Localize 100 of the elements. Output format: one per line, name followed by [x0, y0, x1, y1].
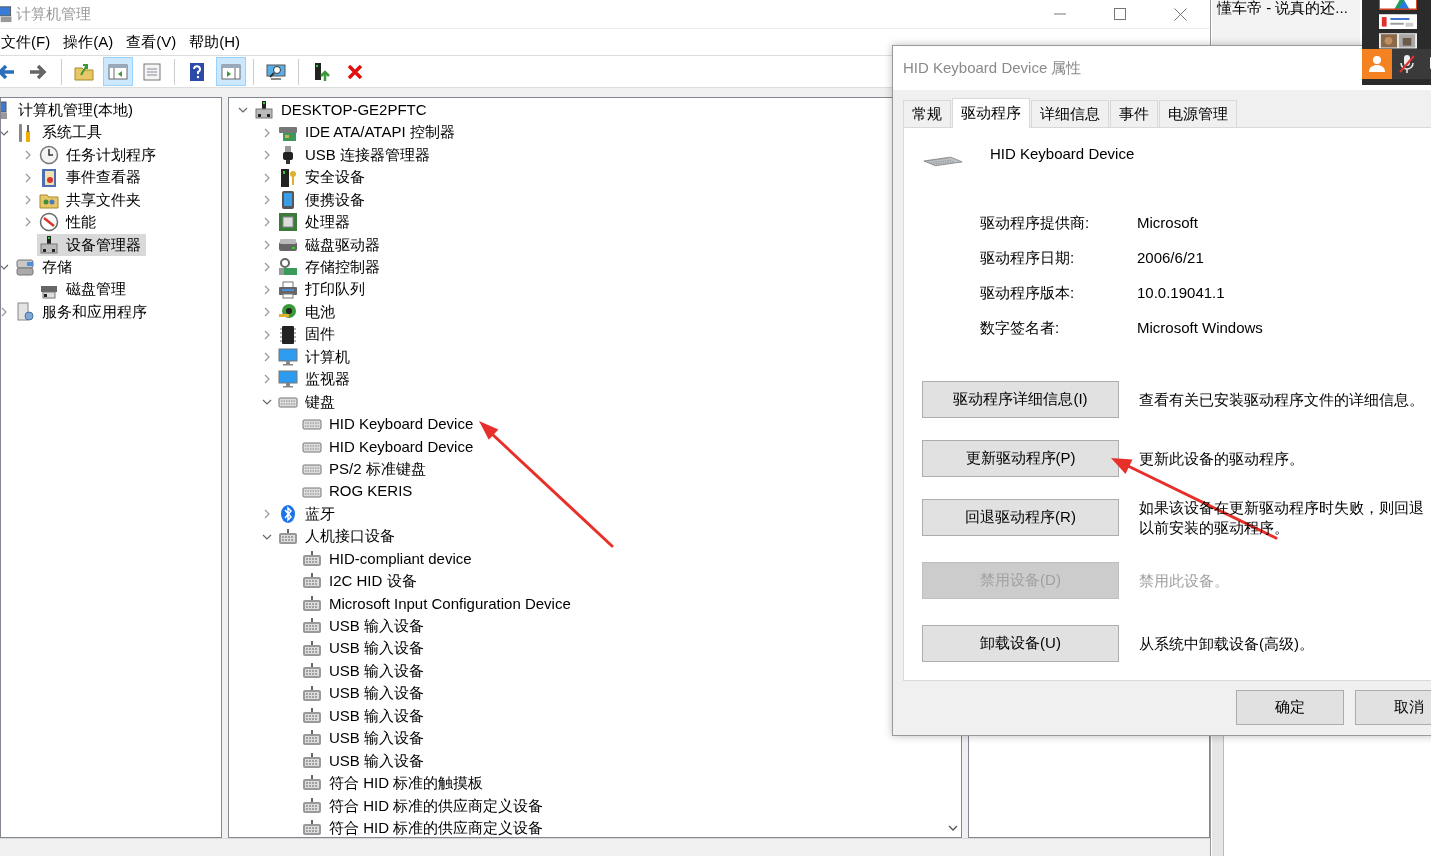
chevron-right-icon[interactable] — [262, 284, 272, 295]
action-button[interactable]: 回退驱动程序(R) — [922, 499, 1119, 536]
tab[interactable]: 事件 — [1110, 100, 1158, 127]
tree-item[interactable]: USB 输入设备 — [300, 749, 429, 772]
tree-item[interactable]: HID Keyboard Device — [300, 435, 479, 458]
tree-item[interactable]: 蓝牙 — [276, 503, 340, 526]
tree-item[interactable]: 打印队列 — [276, 278, 370, 301]
chevron-right-icon[interactable] — [262, 150, 272, 161]
storage-icon — [15, 257, 35, 278]
tree-item[interactable]: 符合 HID 标准的供应商定义设备 — [300, 817, 549, 837]
chevron-right-icon[interactable] — [23, 172, 33, 183]
menu-item[interactable]: 操作(A) — [63, 30, 114, 54]
action-button[interactable]: 卸载设备(U) — [922, 625, 1119, 662]
action-button[interactable]: 更新驱动程序(P) — [922, 440, 1119, 477]
tree-item[interactable]: PS/2 标准键盘 — [300, 458, 431, 481]
tree-item[interactable]: 人机接口设备 — [276, 525, 400, 548]
tab[interactable]: 详细信息 — [1031, 100, 1109, 127]
tree-item[interactable]: 固件 — [276, 323, 340, 346]
key-icon — [278, 167, 298, 188]
tree-item[interactable]: 计算机 — [276, 346, 355, 369]
tree-item[interactable]: 系统工具 — [13, 121, 107, 144]
input-device-icon — [302, 548, 322, 569]
input-device-icon — [302, 750, 322, 771]
property-label: 数字签名者: — [980, 317, 1061, 338]
tree-item[interactable]: 存储 — [13, 256, 77, 279]
chevron-right-icon[interactable] — [262, 194, 272, 205]
chevron-right-icon[interactable] — [262, 172, 272, 183]
tree-item[interactable]: USB 连接器管理器 — [276, 144, 435, 167]
chevron-right-icon[interactable] — [262, 374, 272, 385]
list-icon — [142, 61, 162, 82]
tree-item[interactable]: 服务和应用程序 — [13, 301, 152, 324]
tree-item[interactable]: 符合 HID 标准的触摸板 — [300, 772, 489, 795]
tree-item[interactable]: 共享文件夹 — [37, 188, 146, 211]
tree-item[interactable]: USB 输入设备 — [300, 615, 429, 638]
chevron-right-icon[interactable] — [262, 217, 272, 228]
property-label: 驱动程序提供商: — [980, 212, 1091, 233]
tree-item[interactable]: USB 输入设备 — [300, 660, 429, 683]
action-button[interactable]: 驱动程序详细信息(I) — [922, 381, 1119, 418]
tree-item[interactable]: 磁盘管理 — [37, 278, 131, 301]
gauge-icon — [39, 212, 59, 233]
tree-item[interactable]: 任务计划程序 — [37, 144, 161, 167]
tab[interactable]: 驱动程序 — [952, 98, 1030, 128]
tree-item[interactable]: 符合 HID 标准的供应商定义设备 — [300, 794, 549, 817]
tab[interactable]: 电源管理 — [1159, 100, 1237, 127]
tree-item[interactable]: 便携设备 — [276, 188, 370, 211]
tree-item[interactable]: 处理器 — [276, 211, 355, 234]
input-device-icon — [302, 818, 322, 837]
input-device-icon — [278, 526, 298, 547]
bluetooth-icon — [278, 504, 298, 525]
printer-icon — [278, 279, 298, 300]
tree-item[interactable]: 磁盘驱动器 — [276, 233, 385, 256]
panel-button[interactable] — [1392, 49, 1422, 79]
tree-item[interactable]: DESKTOP-GE2PFTC — [252, 99, 432, 122]
ok-button[interactable]: 确定 — [1236, 690, 1344, 725]
tree-item[interactable]: IDE ATA/ATAPI 控制器 — [276, 121, 460, 144]
tree-item[interactable]: 事件查看器 — [37, 166, 146, 189]
chevron-right-icon[interactable] — [23, 217, 33, 228]
chevron-right-icon[interactable] — [262, 262, 272, 273]
maximize-icon — [1114, 8, 1126, 20]
tree-item[interactable]: USB 输入设备 — [300, 727, 429, 750]
tab[interactable]: 常规 — [903, 100, 951, 127]
tree-item[interactable]: USB 输入设备 — [300, 682, 429, 705]
menu-item[interactable]: 帮助(H) — [189, 30, 240, 54]
monitor-icon — [278, 369, 298, 390]
monitor-magnifier-icon — [266, 61, 286, 82]
chevron-right-icon[interactable] — [262, 329, 272, 340]
tree-item[interactable]: USB 输入设备 — [300, 705, 429, 728]
tree-item[interactable]: USB 输入设备 — [300, 637, 429, 660]
device-icon — [39, 234, 59, 255]
tree-item[interactable]: 电池 — [276, 301, 340, 324]
chevron-right-icon[interactable] — [262, 352, 272, 363]
tree-item[interactable]: HID-compliant device — [300, 547, 477, 570]
cancel-button[interactable]: 取消 — [1355, 690, 1431, 725]
folder-up-icon — [74, 61, 94, 82]
chevron-right-icon[interactable] — [23, 150, 33, 161]
tree-item[interactable]: Microsoft Input Configuration Device — [300, 592, 576, 615]
tree-item[interactable]: 性能 — [37, 211, 101, 234]
property-value: 2006/6/21 — [1137, 247, 1204, 268]
window-title: 懂车帝 - 说真的还... — [1216, 0, 1349, 16]
tree-item[interactable]: 监视器 — [276, 368, 355, 391]
tree-item[interactable]: I2C HID 设备 — [300, 570, 422, 593]
controller-icon — [278, 257, 298, 278]
chevron-right-icon[interactable] — [262, 509, 272, 520]
menu-item[interactable]: 查看(V) — [126, 30, 177, 54]
chevron-right-icon[interactable] — [1, 307, 9, 318]
tree-item[interactable]: ROG KERIS — [300, 480, 418, 503]
scroll-down-icon[interactable] — [947, 823, 958, 833]
menu-item[interactable]: 文件(F) — [1, 30, 51, 54]
tree-item[interactable]: 计算机管理(本地) — [1, 99, 138, 122]
tree-item[interactable]: 设备管理器 — [37, 233, 146, 256]
input-device-icon — [302, 683, 322, 704]
chevron-right-icon[interactable] — [23, 194, 33, 205]
chevron-right-icon[interactable] — [262, 307, 272, 318]
tree-item[interactable]: 安全设备 — [276, 166, 370, 189]
tree-item[interactable]: 存储控制器 — [276, 256, 385, 279]
chevron-right-icon[interactable] — [262, 239, 272, 250]
close-icon — [1173, 7, 1187, 21]
tree-item[interactable]: HID Keyboard Device — [300, 413, 479, 436]
tree-item[interactable]: 键盘 — [276, 390, 340, 413]
chevron-right-icon[interactable] — [262, 127, 272, 138]
